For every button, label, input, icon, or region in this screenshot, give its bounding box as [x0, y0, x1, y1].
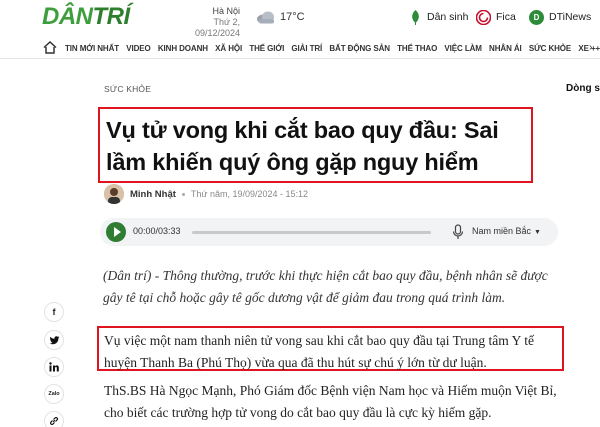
- byline: Minh Nhật Thứ năm, 19/09/2024 - 15:12: [104, 183, 308, 205]
- home-icon[interactable]: [43, 41, 57, 54]
- separator-dot: [181, 192, 185, 196]
- author-name[interactable]: Minh Nhật: [130, 189, 176, 200]
- nav-item-suc-khoe[interactable]: SỨC KHỎE: [529, 44, 571, 53]
- article-paragraph: Vụ việc một nam thanh niên tử vong sau k…: [104, 333, 534, 370]
- link-fica[interactable]: Fica: [476, 8, 516, 26]
- main-nav: TIN MỚI NHẤT VIDEO KINH DOANH XÃ HỘI THẾ…: [0, 37, 600, 59]
- nav-item-viec-lam[interactable]: VIỆC LÀM: [444, 44, 482, 53]
- location-date: Hà Nội Thứ 2, 09/12/2024: [168, 6, 240, 39]
- chevron-right-icon[interactable]: ›: [589, 42, 592, 53]
- site-logo[interactable]: DÂNTRÍ: [42, 4, 130, 30]
- nav-item-the-thao[interactable]: THỂ THAO: [397, 44, 437, 53]
- temperature: 17°C: [280, 11, 305, 23]
- city-label: Hà Nội: [212, 6, 240, 16]
- voice-mic-icon: [452, 224, 464, 239]
- article-sapo: (Dân trí) - Thông thường, trước khi thực…: [103, 268, 548, 305]
- nav-item-giai-tri[interactable]: GIẢI TRÍ: [291, 44, 322, 53]
- article-category[interactable]: SỨC KHỎE: [104, 84, 151, 94]
- nav-item-kinh-doanh[interactable]: KINH DOANH: [158, 44, 208, 53]
- link-dan-sinh[interactable]: Dân sinh: [409, 8, 468, 26]
- link-icon: [50, 417, 58, 425]
- fica-icon: [476, 9, 491, 25]
- link-dtinews[interactable]: D DTiNews: [529, 8, 591, 26]
- title-highlight-box: Vụ tử vong khi cắt bao quy đầu: Sai lầm …: [98, 107, 533, 183]
- weather: 17°C: [256, 9, 305, 25]
- nav-item-the-gioi[interactable]: THẾ GIỚI: [249, 44, 284, 53]
- nav-item-tin-moi-nhat[interactable]: TIN MỚI NHẤT: [65, 44, 119, 53]
- nav-item-xa-hoi[interactable]: XÃ HỘI: [215, 44, 242, 53]
- voice-select[interactable]: Nam miền Bắc ▼: [472, 226, 541, 236]
- zalo-icon: Zalo: [48, 391, 60, 397]
- article-paragraph: ThS.BS Hà Ngọc Mạnh, Phó Giám đốc Bệnh v…: [104, 383, 557, 420]
- nav-item-video[interactable]: VIDEO: [126, 44, 151, 53]
- copy-link-button[interactable]: [44, 411, 64, 427]
- article-title: Vụ tử vong khi cắt bao quy đầu: Sai lầm …: [106, 117, 499, 175]
- chevron-down-icon: ▼: [534, 229, 541, 236]
- nav-item-nhan-ai[interactable]: NHÂN ÁI: [489, 44, 522, 53]
- audio-time: 00:00/03:33: [133, 226, 181, 236]
- avatar[interactable]: [104, 184, 124, 204]
- twitter-share-button[interactable]: [44, 330, 64, 350]
- publish-time: Thứ năm, 19/09/2024 - 15:12: [190, 189, 309, 199]
- zalo-share-button[interactable]: Zalo: [44, 384, 64, 404]
- sidebar-heading: Dòng s: [566, 83, 600, 94]
- facebook-icon: f: [52, 307, 56, 317]
- leaf-icon: [412, 10, 419, 25]
- nav-item-bat-dong-san[interactable]: BẤT ĐỘNG SẢN: [329, 44, 390, 53]
- audio-player: 00:00/03:33 Nam miền Bắc ▼: [100, 218, 558, 246]
- facebook-share-button[interactable]: f: [44, 302, 64, 322]
- audio-progress-track[interactable]: [192, 231, 431, 234]
- twitter-icon: [49, 335, 59, 344]
- top-bar: DÂNTRÍ Hà Nội Thứ 2, 09/12/2024 17°C Dân…: [0, 0, 600, 39]
- dt-icon: D: [529, 9, 544, 25]
- linkedin-icon: [49, 362, 59, 372]
- date-label: Thứ 2, 09/12/2024: [194, 17, 240, 38]
- play-button[interactable]: [106, 222, 126, 242]
- linkedin-share-button[interactable]: [44, 357, 64, 377]
- cloud-icon: [257, 11, 274, 24]
